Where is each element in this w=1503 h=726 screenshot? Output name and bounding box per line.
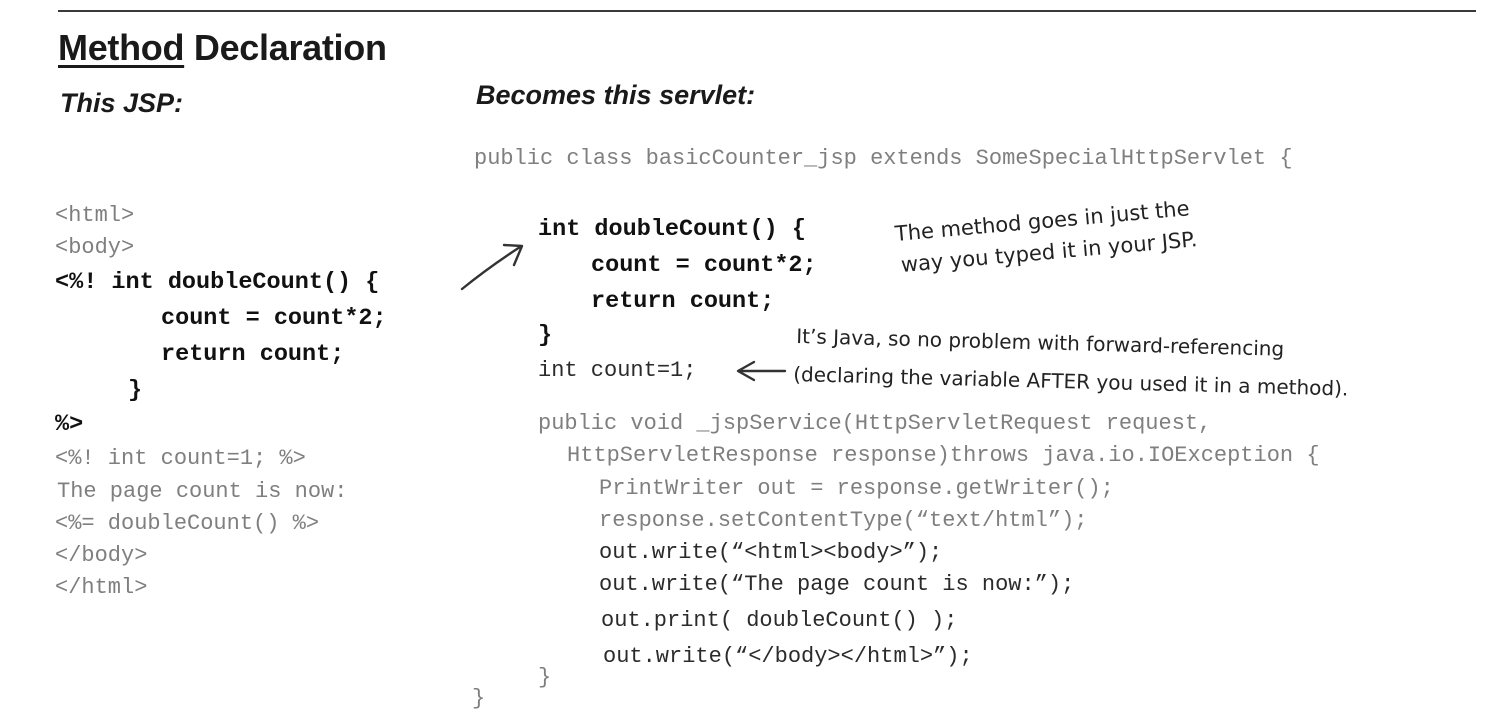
annotation-arrows <box>460 243 787 382</box>
arrow-forward-reference-icon <box>736 360 787 382</box>
arrow-jsp-to-servlet-icon <box>460 243 524 291</box>
